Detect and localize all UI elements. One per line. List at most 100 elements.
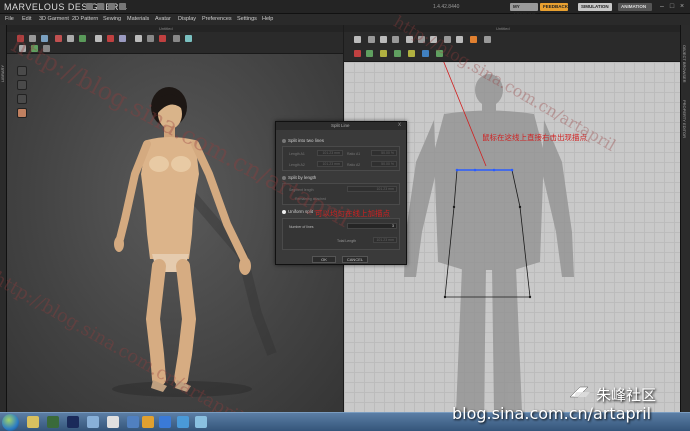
tack-icon[interactable] <box>67 35 74 42</box>
ie-icon[interactable] <box>159 416 171 428</box>
select-mesh-icon[interactable] <box>17 35 24 42</box>
close-button[interactable]: × <box>678 3 686 10</box>
title-bar: MARVELOUS DESIGNER 4 1.4.42.8440 MY ACCO… <box>0 0 690 17</box>
fold-arrangement-icon[interactable] <box>470 36 477 43</box>
graphic-icon[interactable] <box>436 50 443 57</box>
right-panel-strip[interactable]: OBJECT BROWSER PROPERTY EDITOR <box>680 25 690 412</box>
shirt-icon[interactable] <box>17 66 27 76</box>
radio-uniform[interactable] <box>282 209 286 214</box>
ok-button[interactable]: OK <box>312 256 336 263</box>
remaining-attached-label[interactable]: Remaining attached <box>295 197 326 201</box>
object-browser-label[interactable]: OBJECT BROWSER <box>682 45 687 83</box>
length-a1-field[interactable]: 101.23 mm <box>317 150 343 156</box>
show-3d-icon[interactable] <box>173 35 180 42</box>
save-icon[interactable] <box>97 3 104 10</box>
grid-toggle-icon[interactable] <box>43 45 50 52</box>
hanger-icon[interactable] <box>17 94 27 104</box>
ratio-a1-field[interactable]: 50.00 % <box>371 150 397 156</box>
measure-icon[interactable] <box>147 35 154 42</box>
browser-icon[interactable] <box>195 416 207 428</box>
edit-sewing-icon[interactable] <box>380 50 387 57</box>
photoshop-icon[interactable] <box>67 416 79 428</box>
check-sewing-icon[interactable] <box>394 50 401 57</box>
rectangle-icon[interactable] <box>418 36 425 43</box>
menu-help[interactable]: Help <box>262 16 273 22</box>
slash-spread-icon[interactable] <box>484 36 491 43</box>
new-file-icon[interactable] <box>86 3 93 10</box>
number-of-lines-stepper[interactable]: 3 <box>347 223 397 229</box>
explorer-icon[interactable] <box>27 416 39 428</box>
menu-2d-pattern[interactable]: 2D Pattern <box>72 16 98 22</box>
menu-sewing[interactable]: Sewing <box>103 16 121 22</box>
simulation-button[interactable]: SIMULATION <box>578 3 612 11</box>
split-line-dialog: Split Line x Split into two lines Length… <box>275 121 407 265</box>
two-lines-fields: Length A1 101.23 mm Ratio A1 50.00 % Len… <box>282 146 400 171</box>
menu-display[interactable]: Display <box>178 16 196 22</box>
fitting-icon[interactable] <box>159 35 166 42</box>
avatar-select-icon[interactable] <box>135 35 142 42</box>
menu-materials[interactable]: Materials <box>127 16 149 22</box>
body-icon[interactable] <box>17 80 27 90</box>
segment-length-field[interactable]: 101.23 mm <box>347 186 397 192</box>
app-icon[interactable] <box>127 416 139 428</box>
menu-file[interactable]: File <box>5 16 14 22</box>
library-strip[interactable]: LIBRARY <box>0 25 7 412</box>
dialog-title-bar[interactable]: Split Line x <box>276 122 406 130</box>
uniform-fields: Number of lines 3 Total Length 101.23 mm <box>282 218 400 250</box>
media-icon[interactable] <box>177 416 189 428</box>
view-mode-icon[interactable] <box>19 45 26 52</box>
property-editor-label[interactable]: PROPERTY EDITOR <box>682 100 687 138</box>
redo-icon[interactable] <box>119 3 126 10</box>
transform-icon[interactable] <box>354 36 361 43</box>
polygon-icon[interactable] <box>406 36 413 43</box>
menu-preferences[interactable]: Preferences <box>202 16 232 22</box>
length-a2-field[interactable]: 101.23 mm <box>317 161 343 167</box>
edit-point-icon[interactable] <box>368 36 375 43</box>
edit-curve-icon[interactable] <box>380 36 387 43</box>
texture-edit-icon[interactable] <box>422 50 429 57</box>
total-length-label: Total Length <box>337 239 357 243</box>
split-by-length-option[interactable]: Split by length <box>282 175 316 180</box>
undo-icon[interactable] <box>108 3 115 10</box>
menu-edit[interactable]: Edit <box>22 16 31 22</box>
line-icon[interactable] <box>107 35 114 42</box>
camera-icon[interactable] <box>31 45 38 52</box>
dialog-close-icon[interactable]: x <box>398 122 401 128</box>
radio-two-lines[interactable] <box>282 138 286 143</box>
segment-sewing-icon[interactable] <box>354 50 361 57</box>
cancel-button[interactable]: CANCEL <box>342 256 368 263</box>
menu-avatar[interactable]: Avatar <box>155 16 171 22</box>
fold-icon[interactable] <box>41 35 48 42</box>
menu-settings[interactable]: Settings <box>237 16 257 22</box>
marvelous-designer-icon[interactable] <box>142 416 154 428</box>
pin-icon[interactable] <box>55 35 62 42</box>
sewing-3d-icon[interactable] <box>79 35 86 42</box>
show-avatar-icon[interactable] <box>185 35 192 42</box>
face-icon[interactable] <box>17 108 27 118</box>
dart-icon[interactable] <box>456 36 463 43</box>
library-label: LIBRARY <box>0 65 5 83</box>
ratio-a2-field[interactable]: 50.00 % <box>371 161 397 167</box>
internal-line-icon[interactable] <box>444 36 451 43</box>
tack-on-avatar-icon[interactable] <box>408 50 415 57</box>
maximize-button[interactable]: □ <box>668 3 676 10</box>
nvidia-icon[interactable] <box>47 416 59 428</box>
add-point-icon[interactable] <box>392 36 399 43</box>
move-icon[interactable] <box>29 35 36 42</box>
free-sewing-icon[interactable] <box>366 50 373 57</box>
feedback-button[interactable]: FEEDBACK <box>540 3 568 11</box>
chrome-icon[interactable] <box>107 416 119 428</box>
animation-button[interactable]: ANIMATION <box>618 3 652 11</box>
window-icon[interactable] <box>87 416 99 428</box>
menu-3d-garment[interactable]: 3D Garment <box>39 16 69 22</box>
radio-by-length[interactable] <box>282 175 286 180</box>
brush-icon[interactable] <box>95 35 102 42</box>
texture-icon[interactable] <box>119 35 126 42</box>
start-button[interactable] <box>2 414 19 431</box>
my-account-button[interactable]: MY ACCOUNT <box>510 3 538 17</box>
circle-icon[interactable] <box>430 36 437 43</box>
split-two-lines-option[interactable]: Split into two lines <box>282 138 324 143</box>
uniform-split-option[interactable]: Uniform split <box>282 209 313 214</box>
menu-bar: File Edit 3D Garment 2D Pattern Sewing M… <box>0 14 690 25</box>
minimize-button[interactable]: – <box>658 3 666 10</box>
